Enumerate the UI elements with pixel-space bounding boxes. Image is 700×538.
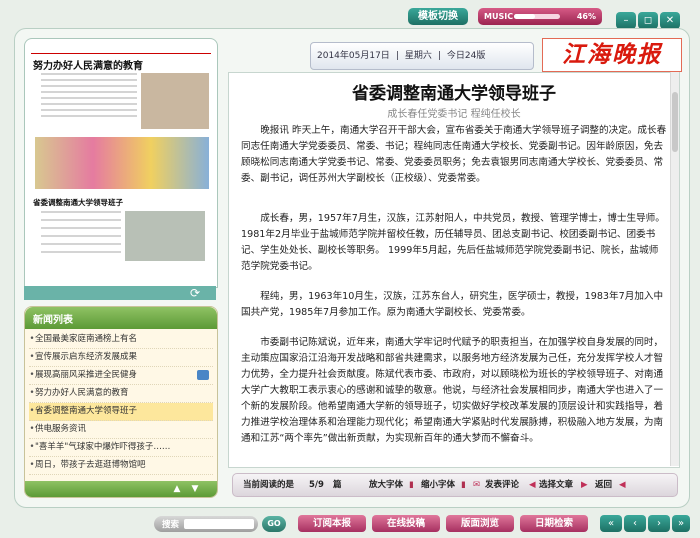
news-list-item[interactable]: •供电服务资讯: [29, 421, 213, 439]
news-list-panel: 新闻列表 •全国最美家庭南通榜上有名 •宣传展示启东经济发展成果 •展现高丽风采…: [24, 306, 218, 498]
date-search-button[interactable]: 日期检索: [520, 515, 588, 532]
article-paragraph: 市委副书记陈斌说，近年来，南通大学牢记时代赋予的职责担当，在加强学校自身发展的同…: [241, 337, 664, 444]
article-paragraph: 成长春，男，1957年7月生，汉族，江苏射阳人，中共党员，教授、管理学博士，博士…: [241, 213, 665, 272]
prev-article-icon[interactable]: ◀: [529, 474, 536, 496]
comment-icon: ✉: [473, 480, 481, 490]
article-paragraph: 晚报讯 昨天上午，南通大学召开干部大会，宣布省委关于南通大学领导班子调整的决定。…: [241, 125, 667, 184]
subscribe-button[interactable]: 订阅本报: [298, 515, 366, 532]
news-list-footer: ▲ ▼: [25, 481, 217, 497]
news-list-item[interactable]: •努力办好人民满意的教育: [29, 385, 213, 403]
back-button[interactable]: 返回: [595, 474, 612, 496]
reading-index: 5/9: [309, 480, 324, 490]
music-volume-text: 46%: [576, 12, 596, 21]
music-volume-fill: [514, 14, 536, 19]
back-arrow-icon[interactable]: ◀: [619, 474, 626, 496]
shrink-font-icon[interactable]: ▮: [461, 474, 466, 496]
article-subtitle: 成长春任党委书记 程纯任校长: [387, 109, 521, 120]
thumbnail-text-block: [33, 73, 137, 133]
select-article-button[interactable]: 选择文章: [539, 474, 573, 496]
pages-text: 今日24版: [446, 51, 486, 61]
newspaper-logo: 江海晚报: [542, 38, 682, 72]
article-paragraph: 程纯，男，1963年10月生，汉族，江苏东台人，研究生，医学硕士，教授，1983…: [241, 291, 664, 318]
page-thumbnail[interactable]: 努力办好人民满意的教育 省委调整南通大学领导班子: [24, 38, 218, 288]
window-controls: – ◻ ✕: [616, 8, 686, 29]
scroll-up-icon[interactable]: ▲: [171, 483, 183, 495]
article-scrollbar[interactable]: [670, 72, 679, 466]
comment-button[interactable]: 发表评论: [485, 474, 519, 496]
refresh-icon[interactable]: ⟳: [186, 286, 204, 300]
video-icon: [197, 370, 209, 380]
music-control[interactable]: MUSIC 46%: [478, 8, 602, 25]
search-input[interactable]: [184, 519, 254, 529]
enlarge-font-button[interactable]: 放大字体: [369, 474, 403, 496]
music-volume-slider[interactable]: [514, 14, 560, 19]
news-list-item[interactable]: •宣传展示启东经济发展成果: [29, 349, 213, 367]
scroll-down-icon[interactable]: ▼: [189, 483, 201, 495]
template-switch-button[interactable]: 模板切换: [408, 8, 468, 25]
thumbnail-headline: 努力办好人民满意的教育: [33, 61, 143, 72]
close-icon[interactable]: ✕: [660, 12, 680, 29]
search-box: 搜索: [154, 516, 258, 532]
news-list-title: 新闻列表: [33, 315, 73, 326]
date-text: 2014年05月17日: [317, 51, 390, 61]
minimize-icon[interactable]: –: [616, 12, 636, 29]
search-label-text: 搜索: [162, 520, 180, 530]
article-toolbar: 当前阅读的是 5/9 篇 放大字体 ▮ 缩小字体 ▮ ✉ 发表评论 ◀ 选择文章…: [232, 473, 678, 497]
search-go-button[interactable]: GO: [262, 516, 286, 532]
first-page-icon[interactable]: «: [600, 515, 622, 532]
thumbnail-masthead: [31, 43, 211, 54]
date-info: 2014年05月17日 | 星期六 | 今日24版: [310, 42, 534, 70]
news-list-header: 新闻列表: [25, 307, 217, 329]
thumbnail-photo: [141, 73, 209, 129]
article-title: 省委调整南通大学领导班子: [352, 84, 556, 104]
restore-icon[interactable]: ◻: [638, 12, 658, 29]
prev-page-icon[interactable]: ‹: [624, 515, 646, 532]
reading-label: 当前阅读的是: [243, 480, 295, 490]
news-list-item-active[interactable]: •省委调整南通大学领导班子: [29, 403, 213, 421]
thumbnail-sub-headline: 省委调整南通大学领导班子: [33, 198, 123, 207]
thumbnail-photo-dance: [35, 137, 209, 189]
submit-article-button[interactable]: 在线投稿: [372, 515, 440, 532]
page-browse-button[interactable]: 版面浏览: [446, 515, 514, 532]
shrink-font-button[interactable]: 缩小字体: [421, 474, 455, 496]
next-page-icon[interactable]: ›: [648, 515, 670, 532]
music-label: MUSIC: [484, 12, 514, 21]
reading-unit: 篇: [333, 480, 342, 490]
last-page-icon[interactable]: »: [672, 515, 690, 532]
scrollbar-thumb[interactable]: [672, 92, 678, 152]
news-list-item[interactable]: •全国最美家庭南通榜上有名: [29, 331, 213, 349]
news-list-item[interactable]: •"喜羊羊"气球家中爆炸吓得孩子……: [29, 439, 213, 457]
news-list-item[interactable]: •展现高丽风采推进全民健身: [29, 367, 213, 385]
article-panel: 省委调整南通大学领导班子 成长春任党委书记 程纯任校长 晚报讯 昨天上午，南通大…: [228, 72, 680, 468]
enlarge-font-icon[interactable]: ▮: [409, 474, 414, 496]
weekday-text: 星期六: [404, 51, 432, 61]
news-list-item[interactable]: •周日，带孩子去逛逛博物馆吧: [29, 457, 213, 475]
next-article-icon[interactable]: ▶: [581, 474, 588, 496]
thumbnail-text-block-2: [33, 211, 209, 281]
